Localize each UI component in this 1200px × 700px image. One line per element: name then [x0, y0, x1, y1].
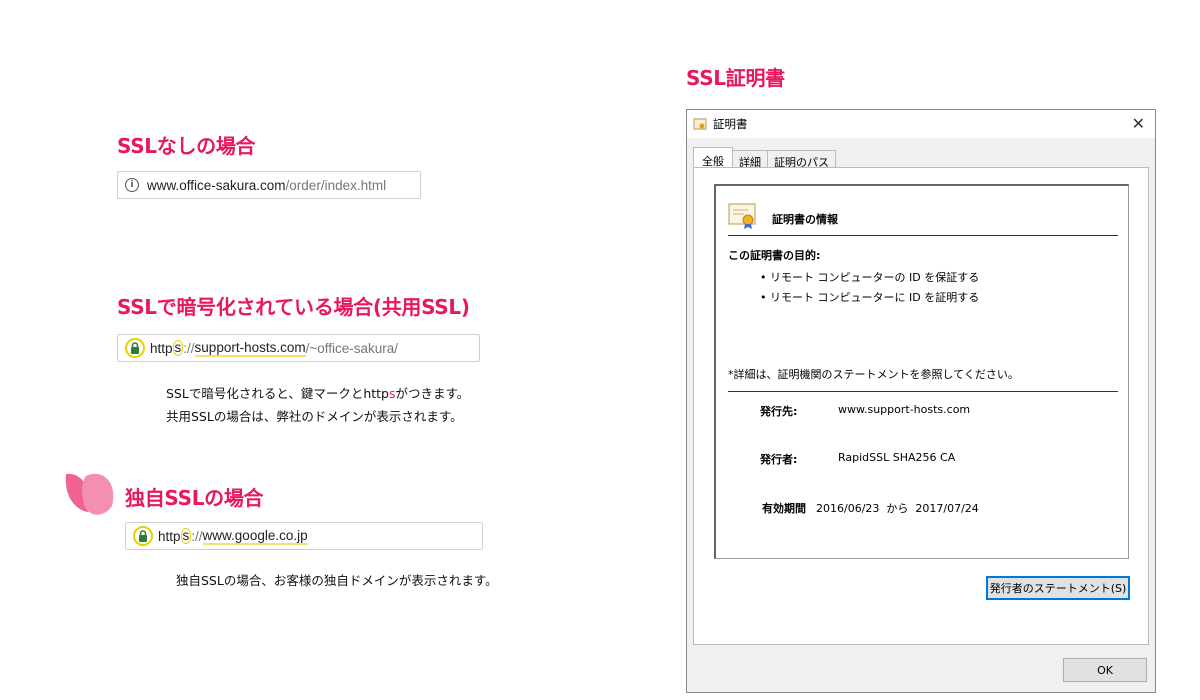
issuer-statement-button[interactable]: 発行者のステートメント(S)	[986, 576, 1130, 600]
issued-to-value: www.support-hosts.com	[838, 403, 971, 416]
certificate-small-icon	[693, 118, 707, 130]
sakura-petal-icon	[65, 473, 114, 515]
ok-button[interactable]: OK	[1063, 658, 1147, 682]
validity-value: 2016/06/23 から 2017/07/24	[816, 502, 979, 515]
lock-icon	[125, 338, 145, 358]
dialog-title: 証明書	[713, 117, 748, 131]
certificate-info-box: 証明書の情報 この証明書の目的: • リモート コンピューターの ID を保証す…	[714, 184, 1129, 559]
address-bar-own-ssl[interactable]: http s://www.google.co.jp	[125, 522, 483, 550]
url-separator: ://	[191, 528, 203, 544]
purpose-item: • リモート コンピューターに ID を証明する	[760, 291, 980, 304]
url-host: www.google.co.jp	[202, 527, 308, 545]
shared-note-line1: SSLで暗号化されると、鍵マークとhttpsがつきます。	[166, 386, 470, 401]
own-note-line1: 独自SSLの場合、お客様の独自ドメインが表示されます。	[176, 573, 498, 588]
url-path: /~office-sakura/	[305, 340, 399, 356]
certificate-dialog: 証明書 ✕ 全般 詳細 証明のパス 証明書の情報 この証明書の目的: • リモー…	[686, 109, 1156, 693]
url-scheme: http	[150, 340, 173, 356]
url-separator: ://	[183, 340, 195, 356]
no-ssl-heading: SSLなしの場合	[117, 134, 256, 158]
issued-by-label: 発行者:	[760, 453, 798, 466]
address-bar-no-ssl[interactable]: i www.office-sakura.com/order/index.html	[117, 171, 421, 199]
url-scheme-s: s	[172, 340, 184, 356]
divider	[728, 391, 1118, 392]
general-tab-panel: 証明書の情報 この証明書の目的: • リモート コンピューターの ID を保証す…	[693, 167, 1149, 645]
lock-icon	[133, 526, 153, 546]
url-scheme-s: s	[180, 528, 192, 544]
info-title: 証明書の情報	[772, 213, 838, 226]
url-path: /order/index.html	[285, 177, 387, 193]
address-bar-shared-ssl[interactable]: http s://support-hosts.com/~office-sakura…	[117, 334, 480, 362]
info-icon: i	[125, 178, 139, 192]
url-host: www.office-sakura.com	[147, 177, 286, 193]
shared-ssl-heading: SSLで暗号化されている場合(共用SSL)	[117, 295, 470, 319]
certificate-icon	[728, 203, 756, 229]
divider	[728, 235, 1118, 236]
issued-to-label: 発行先:	[760, 405, 798, 418]
issued-by-value: RapidSSL SHA256 CA	[838, 451, 956, 464]
dialog-titlebar: 証明書 ✕	[687, 110, 1155, 138]
close-icon[interactable]: ✕	[1132, 114, 1145, 133]
own-ssl-heading: 独自SSLの場合	[125, 486, 264, 510]
purpose-item: • リモート コンピューターの ID を保証する	[760, 271, 980, 284]
url-scheme: http	[158, 528, 181, 544]
purpose-label: この証明書の目的:	[728, 249, 821, 262]
shared-note-line2: 共用SSLの場合は、弊社のドメインが表示されます。	[166, 409, 463, 424]
cert-heading: SSL証明書	[686, 66, 785, 90]
details-note: *詳細は、証明機関のステートメントを参照してください。	[728, 368, 1019, 381]
url-host: support-hosts.com	[194, 339, 306, 357]
validity-label: 有効期間	[762, 502, 806, 515]
